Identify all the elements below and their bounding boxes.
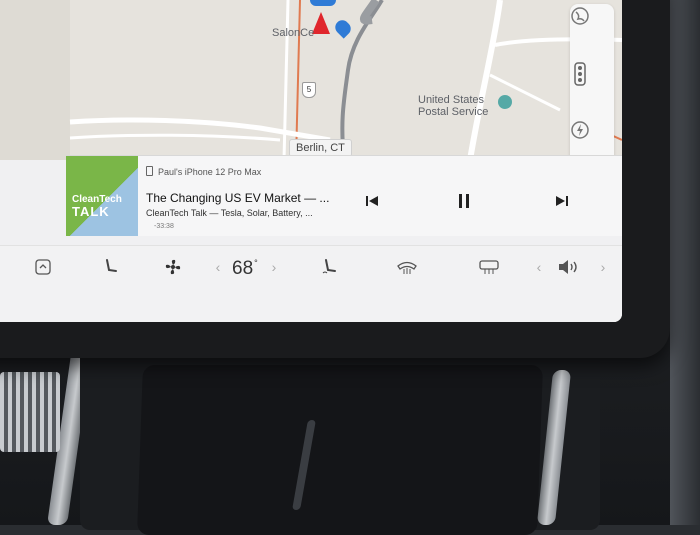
volume-down-button[interactable]: ‹ [532,246,546,288]
volume-button[interactable] [554,246,584,288]
air-vent [0,372,60,452]
volume-up-button[interactable]: › [596,246,610,288]
next-icon [556,196,568,206]
temperature-unit: ° [254,258,258,268]
map-marker-icon [312,12,330,34]
mail-poi-icon [498,95,512,109]
next-track-button[interactable] [550,190,574,212]
temperature-value: 68 [232,258,254,279]
charging-stations-button[interactable] [570,120,614,160]
previous-track-button[interactable] [360,190,384,212]
time-remaining: -33:38 [154,223,174,230]
dashboard-trim [670,0,700,525]
pause-icon [459,194,469,208]
front-defrost-button[interactable] [392,246,422,288]
seat-icon [106,259,117,272]
apps-launcher-button[interactable] [30,246,56,288]
navigation-map[interactable]: SalonCe United States Postal Service 5 B… [0,0,622,160]
volume-icon [559,260,577,274]
driver-seat-button[interactable] [96,246,126,288]
podcast-artwork[interactable]: CleanTech TALK [66,156,138,236]
front-defrost-icon [397,261,417,274]
globe-icon [571,7,589,25]
route-shield: 5 [302,82,316,98]
rear-defrost-button[interactable] [474,246,504,288]
temperature-display[interactable]: 68° [232,258,258,280]
phone-icon [146,166,153,176]
media-player-card: CleanTech TALK Paul's iPhone 12 Pro Max … [66,155,622,236]
bottom-control-bar: ‹ 68° › ‹ › [0,245,622,322]
device-name: Paul's iPhone 12 Pro Max [158,167,262,177]
map-globe-button[interactable] [570,6,614,50]
touchscreen: SalonCe United States Postal Service 5 B… [0,0,622,322]
passenger-seat-button[interactable] [314,246,344,288]
traffic-toggle-button[interactable] [570,62,614,106]
phone-charging-pad [137,365,543,535]
track-subtitle: CleanTech Talk — Tesla, Solar, Battery, … [146,208,313,218]
artwork-text: CleanTech TALK [72,194,122,218]
rear-defrost-icon [479,260,499,274]
track-title: The Changing US EV Market — ... [146,191,330,205]
temp-up-button[interactable]: › [266,246,282,288]
poi-label-salon: SalonCe [272,27,315,39]
artwork-line2: TALK [72,204,110,219]
map-roads [0,0,622,160]
temp-down-button[interactable]: ‹ [210,246,226,288]
chevron-up-box-icon [35,259,51,275]
seat-heater-icon [322,259,336,274]
fan-icon [165,259,181,275]
map-controls-panel [570,4,614,160]
poi-label-postal-service: United States Postal Service [418,94,489,118]
source-device[interactable]: Paul's iPhone 12 Pro Max [146,166,261,177]
pause-button[interactable] [452,190,476,212]
traffic-light-icon [574,62,586,86]
climate-fan-button[interactable] [158,246,188,288]
previous-icon [366,196,378,206]
lightning-icon [571,121,589,139]
